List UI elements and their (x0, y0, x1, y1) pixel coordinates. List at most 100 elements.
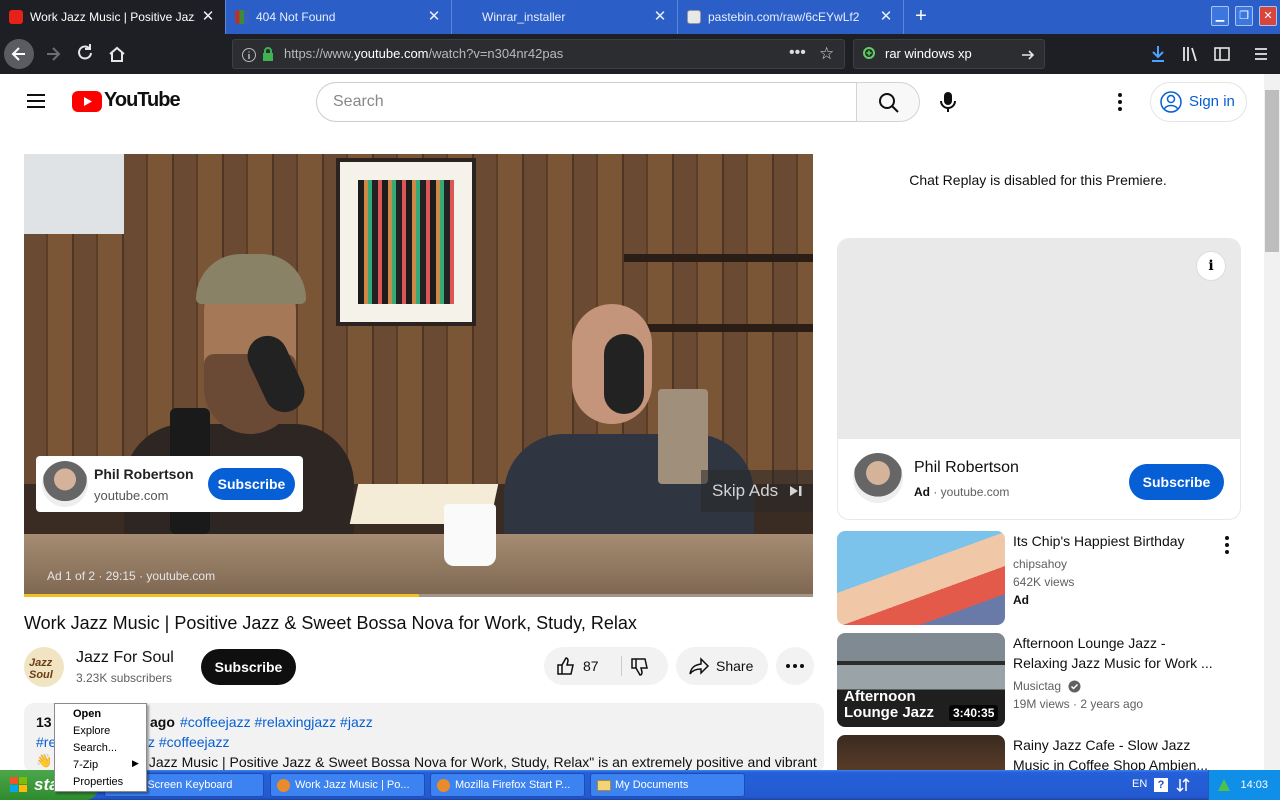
recommendation-title[interactable]: Rainy Jazz Cafe - Slow Jazz Music in Cof… (1013, 735, 1213, 770)
video-title: Work Jazz Music | Positive Jazz & Sweet … (24, 613, 637, 633)
recommendation-title[interactable]: Afternoon Lounge Jazz - Relaxing Jazz Mu… (1013, 633, 1213, 673)
tab-work-jazz[interactable]: Work Jazz Music | Positive Jazz & ✕ (0, 0, 226, 34)
page-actions-icon[interactable]: ••• (789, 39, 806, 67)
channel-avatar-text: Jazz Soul (29, 657, 53, 681)
minimize-button[interactable]: ▁ (1211, 6, 1229, 26)
hamburger-menu-icon[interactable] (1253, 45, 1269, 63)
menu-item-explore[interactable]: Explore (73, 725, 110, 737)
subscribe-button[interactable]: Subscribe (201, 649, 296, 685)
bookmark-star-icon[interactable]: ☆ (819, 40, 834, 68)
youtube-logo-text[interactable]: YouTube (104, 89, 181, 112)
language-indicator[interactable]: EN (1132, 778, 1147, 790)
channel-avatar[interactable]: Jazz Soul (24, 647, 64, 687)
task-label: Work Jazz Music | Po... (295, 779, 410, 791)
navigation-toolbar: https://www.youtube.com/watch?v=n304nr42… (0, 34, 1280, 74)
youtube-logo-icon[interactable] (72, 91, 102, 112)
microphone-icon[interactable] (940, 91, 956, 113)
like-count: 87 (583, 658, 599, 674)
recommendation-item[interactable]: Its Chip's Happiest Birthday chipsahoy 6… (837, 531, 1241, 625)
close-tab-icon[interactable]: ✕ (199, 0, 217, 34)
recommendation-item[interactable]: Rainy Jazz Cafe - Slow Jazz Music in Cof… (837, 735, 1241, 770)
address-bar[interactable]: https://www.youtube.com/watch?v=n304nr42… (232, 39, 845, 69)
tab-title: pastebin.com/raw/6cEYwLf2 (708, 10, 860, 24)
ad-progress-bar[interactable] (24, 594, 813, 597)
ad-subscribe-button[interactable]: Subscribe (208, 468, 295, 500)
ad-subscribe-button[interactable]: Subscribe (1129, 464, 1224, 500)
help-icon[interactable]: ? (1154, 778, 1168, 792)
info-circle-icon[interactable] (241, 47, 257, 63)
more-actions-button[interactable] (776, 647, 814, 685)
ad-url: youtube.com (940, 485, 1010, 499)
share-button[interactable]: Share (676, 647, 768, 685)
description-hashtags[interactable]: #coffeejazz #relaxingjazz #jazz (180, 714, 373, 730)
recommendation-meta: 19M views · 2 years ago (1013, 697, 1144, 711)
search-button[interactable] (856, 82, 920, 122)
sign-in-button[interactable]: Sign in (1150, 82, 1247, 122)
close-window-button[interactable]: ✕ (1259, 6, 1277, 26)
arrow-left-icon (11, 47, 25, 61)
web-search-box[interactable]: rar windows xp (853, 39, 1045, 69)
clock[interactable]: 14:03 (1240, 779, 1268, 791)
recommendation-title[interactable]: Its Chip's Happiest Birthday (1013, 531, 1213, 551)
avatar (853, 453, 903, 503)
reload-button[interactable] (70, 39, 100, 69)
like-button[interactable]: 87 (544, 647, 620, 685)
back-button[interactable] (4, 39, 34, 69)
network-icon[interactable] (1217, 778, 1231, 792)
menu-item-search[interactable]: Search... (73, 742, 117, 754)
duration-badge: 3:40:35 (949, 705, 999, 721)
forward-button[interactable] (38, 39, 68, 69)
recommendation-channel[interactable]: chipsahoy (1013, 557, 1067, 571)
menu-item-7zip[interactable]: 7-Zip (73, 759, 98, 771)
firefox-icon (277, 779, 290, 792)
dislike-button[interactable] (622, 647, 668, 685)
scrollbar-thumb[interactable] (1265, 90, 1279, 252)
info-icon[interactable]: i (1196, 251, 1226, 281)
ad-media[interactable] (838, 239, 1240, 439)
restore-button[interactable]: ❐ (1235, 6, 1253, 26)
sidebar-icon[interactable] (1213, 45, 1231, 63)
go-arrow-icon[interactable] (1020, 47, 1036, 63)
video-thumbnail[interactable]: Afternoon Lounge Jazz 3:40:35 (837, 633, 1005, 727)
tab-pastebin[interactable]: pastebin.com/raw/6cEYwLf2 ✕ (678, 0, 904, 34)
more-vertical-icon[interactable] (1223, 535, 1231, 555)
skip-ads-button[interactable]: Skip Ads (701, 470, 813, 512)
task-work-jazz[interactable]: Work Jazz Music | Po... (270, 773, 425, 797)
video-thumbnail[interactable] (837, 531, 1005, 625)
recommendation-item[interactable]: Afternoon Lounge Jazz 3:40:35 Afternoon … (837, 633, 1241, 727)
task-firefox-start[interactable]: Mozilla Firefox Start P... (430, 773, 585, 797)
menu-item-open[interactable]: Open (73, 708, 101, 720)
more-vertical-icon[interactable] (1115, 92, 1125, 112)
channel-name[interactable]: Jazz For Soul (76, 649, 174, 667)
reload-icon (78, 44, 92, 60)
task-label: My Documents (615, 779, 689, 791)
video-player[interactable]: Phil Robertson youtube.com Subscribe Ski… (24, 154, 813, 597)
like-dislike-group: 87 (544, 647, 668, 685)
menu-item-properties[interactable]: Properties (73, 776, 123, 788)
search-input[interactable]: Search (316, 82, 856, 122)
tab-winrar-installer[interactable]: Winrar_installer ✕ (452, 0, 678, 34)
task-my-documents[interactable]: My Documents (590, 773, 745, 797)
new-tab-button[interactable]: + (904, 0, 938, 34)
windows-logo-icon (10, 777, 27, 792)
sign-in-label: Sign in (1189, 93, 1235, 110)
guide-menu-icon[interactable] (26, 92, 46, 110)
companion-ad-panel[interactable]: i Phil Robertson Ad · youtube.com Subscr… (837, 238, 1241, 520)
video-thumbnail[interactable] (837, 735, 1005, 770)
home-button[interactable] (102, 39, 132, 69)
close-tab-icon[interactable]: ✕ (425, 0, 443, 34)
player-ad-card[interactable]: Phil Robertson youtube.com Subscribe (36, 456, 303, 512)
play-icon (84, 97, 92, 106)
recommendation-channel[interactable]: Musictag (1013, 679, 1061, 693)
tab-404[interactable]: 404 Not Found ✕ (226, 0, 452, 34)
ad-info-text[interactable]: Ad 1 of 2 · 29:15 · youtube.com (47, 569, 215, 583)
close-tab-icon[interactable]: ✕ (877, 0, 895, 34)
close-tab-icon[interactable]: ✕ (651, 0, 669, 34)
download-icon[interactable] (1149, 44, 1167, 64)
video-frame-shelf (624, 254, 813, 262)
url-text: https://www.youtube.com/watch?v=n304nr42… (284, 40, 563, 68)
library-icon[interactable] (1181, 44, 1199, 64)
description-hashtag[interactable]: z #coffeejazz (148, 734, 229, 750)
skip-ads-label: Skip Ads (712, 481, 779, 500)
arrows-updown-icon[interactable] (1176, 777, 1190, 793)
